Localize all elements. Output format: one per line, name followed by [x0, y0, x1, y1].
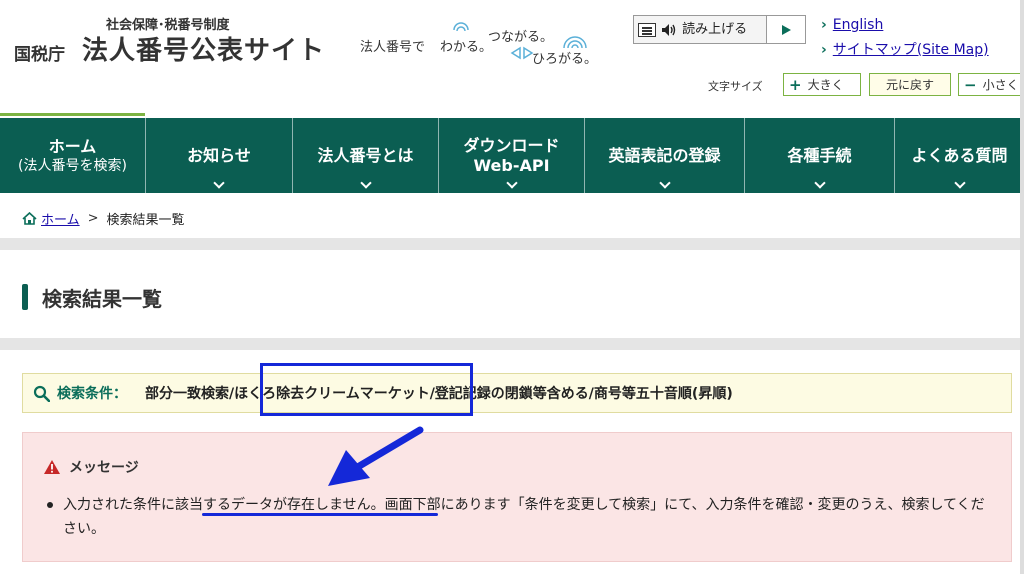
tagline-word-2: つながる。 — [488, 30, 554, 45]
logo-title: 法人番号公表サイト — [82, 36, 326, 66]
breadcrumb-current: 検索結果一覧 — [106, 213, 185, 228]
nav-item-english-registration[interactable]: 英語表記の登録 — [585, 118, 745, 193]
message-box: メッセージ 入力された条件に該当するデータが存在しません。画面下部にあります「条… — [22, 432, 1012, 562]
nav-item-label: 法人番号とは — [317, 145, 414, 165]
english-link[interactable]: › English — [821, 17, 883, 33]
nav-item-label: ホーム — [48, 136, 97, 156]
tagline-prefix: 法人番号で — [360, 40, 426, 55]
chevron-right-icon: › — [821, 17, 827, 33]
font-larger-label: 大きく — [807, 78, 844, 92]
play-button[interactable] — [765, 16, 805, 43]
annotation-underline — [202, 513, 438, 516]
ribbon-icon — [510, 46, 534, 60]
nav-item-label: よくある質問 — [911, 145, 1008, 165]
play-icon — [781, 24, 791, 35]
logo-agency: 国税庁 — [14, 45, 65, 65]
chevron-down-icon — [213, 177, 225, 189]
nav-item-home[interactable]: ホーム (法人番号を検索) — [0, 118, 146, 193]
page-title: 検索結果一覧 — [22, 283, 162, 311]
read-aloud-label[interactable]: 読み上げる — [680, 16, 766, 43]
speaker-icon[interactable] — [659, 16, 680, 43]
site-header: 社会保障･税番号制度 国税庁 法人番号公表サイト 法人番号で わかる。 つながる… — [0, 0, 1024, 116]
sitemap-link[interactable]: › サイトマップ(Site Map) — [821, 39, 989, 59]
chevron-down-icon — [359, 177, 372, 189]
annotation-arrow-icon — [328, 426, 424, 486]
nav-item-sublabel: Web-API — [473, 155, 550, 175]
message-text-before: 入力された条件に — [63, 497, 175, 513]
header-accent-line — [0, 113, 145, 116]
search-conditions-label: 検索条件： — [57, 386, 127, 402]
tagline-word-1: わかる。 — [440, 40, 493, 55]
nav-item-label: ダウンロード — [463, 135, 560, 155]
menu-icon[interactable] — [638, 23, 656, 37]
font-smaller-label: 小さく — [982, 78, 1019, 92]
minus-icon: − — [964, 75, 977, 94]
nav-item-label: 英語表記の登録 — [608, 145, 721, 165]
font-smaller-button[interactable]: − 小さく — [958, 73, 1024, 96]
message-header: メッセージ — [43, 457, 139, 477]
nav-item-label: 各種手続 — [787, 145, 852, 165]
tagline: 法人番号で わかる。 つながる。 ひろがる。 — [360, 22, 620, 72]
section-divider — [0, 338, 1024, 350]
wave-icon — [563, 36, 587, 49]
nav-item-about[interactable]: 法人番号とは — [293, 118, 439, 193]
chevron-down-icon — [953, 177, 966, 189]
nav-item-label: お知らせ — [187, 145, 251, 165]
english-link-label: English — [832, 17, 884, 33]
font-reset-label: 元に戻す — [885, 78, 934, 92]
message-body: 入力された条件に該当するデータが存在しません。画面下部にあります「条件を変更して… — [47, 493, 993, 541]
search-conditions-box: 検索条件： 部分一致検索/ほくろ除去クリームマーケット/登記記録の閉鎖等含める/… — [22, 373, 1012, 413]
nav-item-faq[interactable]: よくある質問 — [895, 118, 1024, 193]
breadcrumb-separator: > — [87, 211, 99, 226]
chevron-down-icon — [658, 177, 671, 189]
sitemap-link-label: サイトマップ(Site Map) — [832, 42, 989, 58]
global-nav: ホーム (法人番号を検索) お知らせ 法人番号とは ダウンロード Web-API… — [0, 118, 1024, 193]
tagline-word-3: ひろがる。 — [532, 52, 598, 67]
page-title-text: 検索結果一覧 — [42, 286, 162, 311]
nav-item-procedures[interactable]: 各種手続 — [745, 118, 895, 193]
warning-icon — [44, 460, 60, 474]
chevron-down-icon — [813, 177, 826, 189]
nav-item-sublabel: (法人番号を検索) — [18, 157, 127, 174]
nav-item-download[interactable]: ダウンロード Web-API — [439, 118, 585, 193]
bullet — [47, 502, 53, 508]
font-size-label: 文字サイズ — [708, 80, 763, 93]
scrollbar[interactable] — [1020, 0, 1024, 574]
message-text-highlight: 該当するデータが存在しません。 — [175, 497, 385, 513]
font-reset-button[interactable]: 元に戻す — [869, 73, 951, 96]
title-accent-bar — [22, 284, 28, 310]
nav-item-news[interactable]: お知らせ — [146, 118, 293, 193]
message-title: メッセージ — [69, 460, 139, 476]
plus-icon: + — [789, 75, 802, 94]
breadcrumb: ホーム > 検索結果一覧 — [22, 209, 185, 228]
chevron-right-icon: › — [821, 42, 827, 58]
font-larger-button[interactable]: + 大きく — [783, 73, 861, 96]
read-aloud-widget: 読み上げる — [633, 15, 806, 44]
breadcrumb-home-link[interactable]: ホーム — [41, 209, 80, 228]
section-divider — [0, 238, 1024, 250]
chevron-down-icon — [505, 177, 518, 189]
home-icon — [22, 212, 37, 225]
search-icon — [33, 385, 50, 402]
annotation-highlight-box — [260, 363, 473, 416]
